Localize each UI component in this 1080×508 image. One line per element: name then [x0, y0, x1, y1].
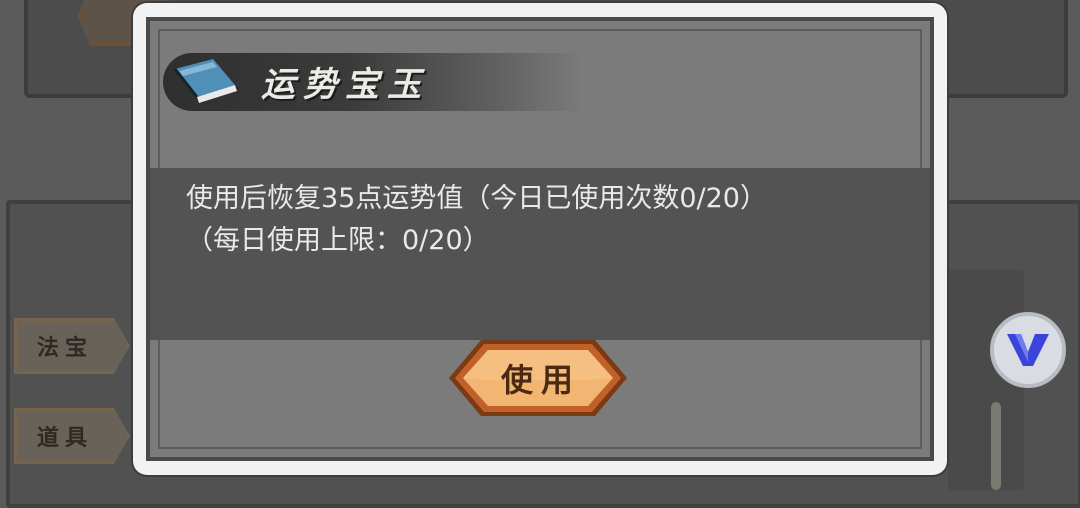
background-scrollbar	[991, 402, 1001, 490]
side-tab-fabao: 法宝	[14, 318, 130, 374]
v-logo-icon	[1007, 334, 1049, 366]
side-tab-label: 法宝	[36, 336, 93, 361]
dialog-title: 运势宝玉	[261, 65, 429, 105]
book-icon	[173, 59, 239, 103]
floating-assistant-button[interactable]	[990, 312, 1066, 388]
use-button-label: 使用	[500, 361, 581, 399]
side-tab-label: 道具	[36, 426, 93, 451]
item-description: 使用后恢复35点运势值（今日已使用次数0/20）（每日使用上限：0/20）	[186, 183, 767, 256]
use-button[interactable]: 使用	[447, 338, 629, 418]
side-tab-daoju: 道具	[14, 408, 130, 464]
item-use-dialog: 运势宝玉 使用后恢复35点运势值（今日已使用次数0/20）（每日使用上限：0/2…	[133, 3, 947, 475]
